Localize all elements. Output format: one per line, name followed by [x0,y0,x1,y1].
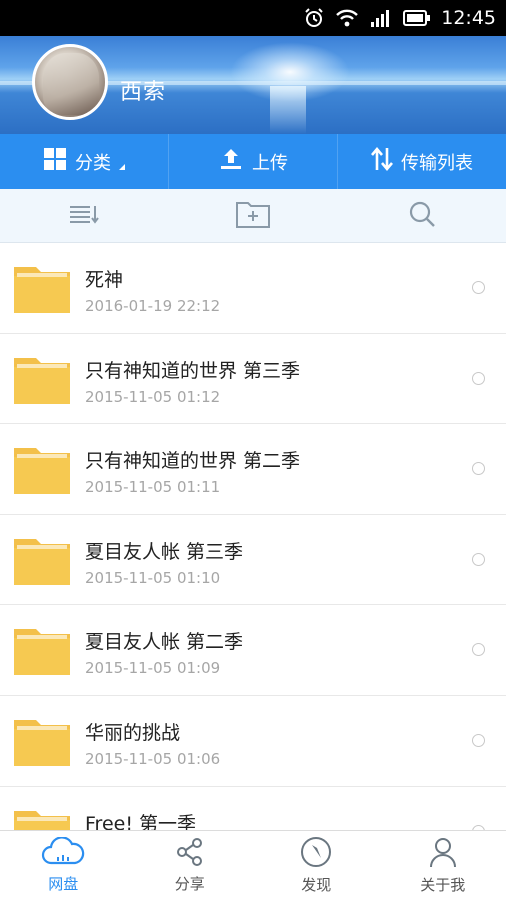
file-name: 只有神知道的世界 第二季 [85,450,301,473]
search-icon [408,200,436,232]
file-name: 华丽的挑战 [85,721,181,744]
file-date: 2015-11-05 01:06 [85,749,221,768]
tab-share-label: 分享 [174,875,205,893]
profile-header: 西索 [0,36,506,134]
select-radio[interactable] [472,643,485,657]
list-item[interactable]: 华丽的挑战 2015-11-05 01:06 [0,696,506,787]
folder-icon [14,357,70,404]
file-name: Free! 第一季 [85,812,196,830]
wifi-icon [335,8,359,28]
cloud-icon [41,836,85,871]
upload-label: 上传 [252,152,288,174]
person-icon [428,836,458,872]
select-radio[interactable] [472,552,485,566]
tab-me-label: 关于我 [420,876,466,894]
signal-icon [369,8,393,28]
file-list: 死神 2016-01-19 22:12 只有神知道的世界 第三季 2015-11… [0,243,506,830]
transfer-list-button[interactable]: 传输列表 [338,134,506,189]
status-time: 12:45 [441,7,496,29]
dropdown-corner-icon [119,163,125,170]
file-date: 2015-11-05 01:12 [85,387,221,406]
file-date: 2015-11-05 01:11 [85,478,221,497]
folder-icon [14,810,70,830]
tab-discover[interactable]: 发现 [253,831,380,900]
tab-share[interactable]: 分享 [127,831,254,900]
battery-icon [403,9,431,27]
action-bar: 分类 上传 传输列表 [0,134,506,189]
compass-icon [300,836,332,872]
username: 西索 [120,80,167,105]
select-radio[interactable] [472,733,485,747]
list-item[interactable]: 只有神知道的世界 第三季 2015-11-05 01:12 [0,334,506,425]
file-name: 夏目友人帐 第二季 [85,631,244,654]
file-date: 2015-11-05 01:10 [85,568,221,587]
file-toolbar [0,189,506,243]
file-name: 死神 [85,269,124,291]
sort-icon [68,202,100,230]
file-date: 2015-11-05 01:09 [85,659,221,678]
new-folder-icon [235,199,271,233]
select-radio[interactable] [472,462,485,476]
tab-me[interactable]: 关于我 [380,831,506,900]
list-item[interactable]: Free! 第一季 [0,787,506,830]
file-date: 2016-01-19 22:12 [85,297,221,315]
upload-icon [218,146,244,177]
select-radio[interactable] [472,371,485,385]
folder-icon [14,629,70,676]
header-background-reflection [270,86,306,134]
transfer-list-label: 传输列表 [401,152,473,174]
folder-icon [14,538,70,585]
grid-icon [43,147,67,176]
avatar[interactable] [32,44,108,120]
tab-discover-label: 发现 [301,876,332,894]
sort-button[interactable] [0,189,169,242]
list-item[interactable]: 夏目友人帐 第二季 2015-11-05 01:09 [0,605,506,696]
list-item[interactable]: 夏目友人帐 第三季 2015-11-05 01:10 [0,515,506,606]
bottom-nav: 网盘 分享 发现 关于我 [0,830,506,900]
status-bar: 12:45 [0,0,506,36]
folder-icon [14,267,70,313]
share-icon [175,837,205,871]
folder-icon [14,448,70,495]
transfer-arrows-icon [371,146,393,177]
tab-disk-label: 网盘 [48,875,79,893]
category-label: 分类 [75,152,111,174]
list-item[interactable]: 死神 2016-01-19 22:12 [0,243,506,334]
category-button[interactable]: 分类 [0,134,169,189]
new-folder-button[interactable] [169,189,338,242]
list-item[interactable]: 只有神知道的世界 第二季 2015-11-05 01:11 [0,424,506,515]
folder-icon [14,719,70,766]
file-name: 夏目友人帐 第三季 [85,540,244,563]
select-radio[interactable] [472,281,485,294]
file-name: 只有神知道的世界 第三季 [85,359,301,382]
search-button[interactable] [337,189,506,242]
alarm-icon [303,7,325,29]
tab-disk[interactable]: 网盘 [0,831,127,900]
upload-button[interactable]: 上传 [169,134,338,189]
